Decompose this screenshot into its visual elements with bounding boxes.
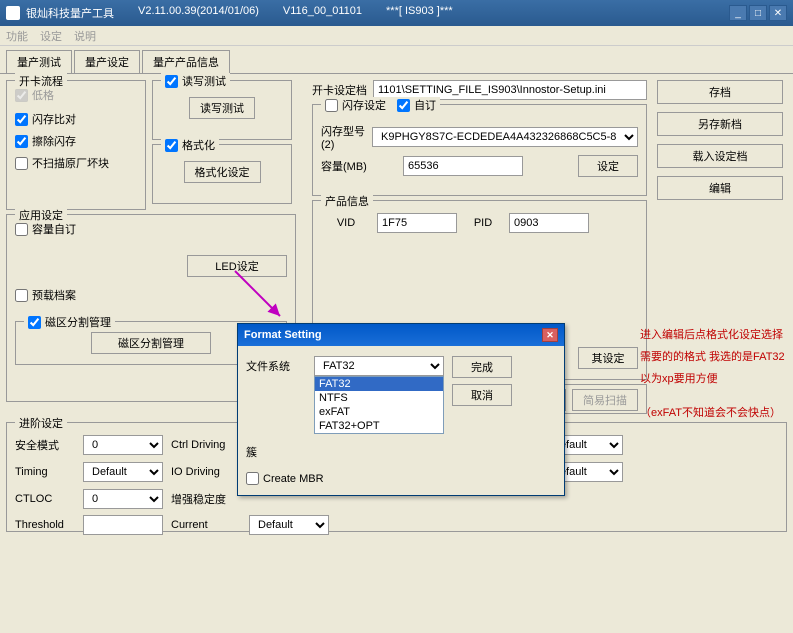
vid-input[interactable] xyxy=(377,213,457,233)
flash-settings-group: 闪存设定 自订 闪存型号(2) K9PHGY8S7C-ECDEDEA4A4323… xyxy=(312,104,647,196)
fs-option-ntfs[interactable]: NTFS xyxy=(315,391,443,405)
flash-model-label: 闪存型号(2) xyxy=(321,123,366,151)
menu-func[interactable]: 功能 xyxy=(6,28,28,44)
window-title: 银灿科技量产工具 V2.11.00.39(2014/01/06) V116_00… xyxy=(26,5,729,21)
capacity-label: 容量(MB) xyxy=(321,158,397,174)
lowlevel-checkbox: 低格 xyxy=(15,87,137,103)
save-button[interactable]: 存档 xyxy=(657,80,783,104)
tab-mp-test[interactable]: 量产测试 xyxy=(6,50,72,73)
timing-select[interactable]: Default xyxy=(83,462,163,482)
menu-set[interactable]: 设定 xyxy=(40,28,62,44)
erase-flash-checkbox[interactable]: 擦除闪存 xyxy=(15,133,137,149)
flash-set-checkbox[interactable]: 闪存设定 xyxy=(325,97,386,113)
annotation-text: 进入编辑后点格式化设定选择需要的的格式 我选的是FAT32以为xp要用方便 （e… xyxy=(640,324,788,436)
app-icon xyxy=(6,6,20,20)
ctloc-select[interactable]: 0 xyxy=(83,489,163,509)
noscan-badblock-checkbox[interactable]: 不扫描原厂坏块 xyxy=(15,155,137,171)
vid-label: VID xyxy=(321,217,371,229)
app-settings-legend: 应用设定 xyxy=(15,207,67,223)
product-info-legend: 产品信息 xyxy=(321,193,373,209)
dialog-done-button[interactable]: 完成 xyxy=(452,356,512,378)
advanced-settings-legend: 进阶设定 xyxy=(15,415,67,431)
custom-checkbox[interactable]: 自订 xyxy=(397,97,436,113)
simple-scan-button: 简易扫描 xyxy=(572,389,638,411)
led-settings-button[interactable]: LED设定 xyxy=(187,255,287,277)
minimize-button[interactable]: _ xyxy=(729,5,747,21)
window-titlebar: 银灿科技量产工具 V2.11.00.39(2014/01/06) V116_00… xyxy=(0,0,793,26)
safemode-select[interactable]: 0 xyxy=(83,435,163,455)
fs-option-fat32opt[interactable]: FAT32+OPT xyxy=(315,419,443,433)
threshold-input[interactable] xyxy=(83,515,163,535)
capacity-input[interactable] xyxy=(403,156,523,176)
cluster-label: 簇 xyxy=(246,442,306,460)
safemode-label: 安全模式 xyxy=(15,437,75,453)
open-flow-group: 开卡流程 低格 闪存比对 擦除闪存 不扫描原厂坏块 xyxy=(6,80,146,210)
rwtest-group: 读写测试 读写测试 xyxy=(152,80,292,140)
partition-mgr-checkbox[interactable]: 磁区分割管理 xyxy=(24,314,115,330)
edit-button[interactable]: 编辑 xyxy=(657,176,783,200)
filesystem-label: 文件系统 xyxy=(246,356,306,374)
threshold-label: Threshold xyxy=(15,519,75,531)
flash-model-select[interactable]: K9PHGY8S7C-ECDEDEA4A432326868C5C5-8 xyxy=(372,127,638,147)
maximize-button[interactable]: □ xyxy=(749,5,767,21)
fs-option-fat32[interactable]: FAT32 xyxy=(315,377,443,391)
tabs: 量产测试 量产设定 量产产品信息 xyxy=(0,46,793,73)
fs-option-exfat[interactable]: exFAT xyxy=(315,405,443,419)
flash-set-button[interactable]: 设定 xyxy=(578,155,638,177)
format-checkbox[interactable]: 格式化 xyxy=(161,137,219,153)
tab-mp-settings[interactable]: 量产设定 xyxy=(74,50,140,73)
setting-file-label: 开卡设定档 xyxy=(312,82,367,98)
filesystem-select[interactable]: FAT32 xyxy=(314,356,444,376)
stability-label: 增强稳定度 xyxy=(171,491,241,507)
preload-checkbox[interactable]: 预载档案 xyxy=(15,287,287,303)
other-set-button[interactable]: 其设定 xyxy=(578,347,638,369)
right-button-panel: 存档 另存新档 载入设定档 编辑 xyxy=(657,80,783,208)
capacity-custom-checkbox[interactable]: 容量自订 xyxy=(15,221,287,237)
format-group: 格式化 格式化设定 xyxy=(152,144,292,204)
flash-compare-checkbox[interactable]: 闪存比对 xyxy=(15,111,137,127)
current-label: Current xyxy=(171,519,241,531)
close-button[interactable]: ✕ xyxy=(769,5,787,21)
ctloc-label: CTLOC xyxy=(15,493,75,505)
tab-mp-product-info[interactable]: 量产产品信息 xyxy=(142,50,230,73)
current-select[interactable]: Default xyxy=(249,515,329,535)
pid-label: PID xyxy=(463,217,503,229)
pid-input[interactable] xyxy=(509,213,589,233)
format-setting-dialog: Format Setting ✕ 文件系统 FAT32 FAT32 NTFS e… xyxy=(237,323,565,496)
dialog-titlebar: Format Setting ✕ xyxy=(238,324,564,346)
filesystem-listbox[interactable]: FAT32 NTFS exFAT FAT32+OPT xyxy=(314,376,444,434)
save-as-button[interactable]: 另存新档 xyxy=(657,112,783,136)
create-mbr-checkbox[interactable]: Create MBR xyxy=(246,472,556,485)
rwtest-checkbox[interactable]: 读写测试 xyxy=(161,73,230,89)
open-flow-legend: 开卡流程 xyxy=(15,73,67,89)
dialog-close-button[interactable]: ✕ xyxy=(542,328,558,342)
menu-help[interactable]: 说明 xyxy=(74,28,96,44)
menubar: 功能 设定 说明 xyxy=(0,26,793,46)
format-settings-button[interactable]: 格式化设定 xyxy=(184,161,261,183)
load-button[interactable]: 载入设定档 xyxy=(657,144,783,168)
iodrv-label: IO Driving xyxy=(171,466,241,478)
rwtest-button[interactable]: 读写测试 xyxy=(189,97,255,119)
ctrldrv-label: Ctrl Driving xyxy=(171,439,241,451)
timing-label: Timing xyxy=(15,466,75,478)
partition-mgr-button[interactable]: 磁区分割管理 xyxy=(91,332,211,354)
dialog-cancel-button[interactable]: 取消 xyxy=(452,384,512,406)
